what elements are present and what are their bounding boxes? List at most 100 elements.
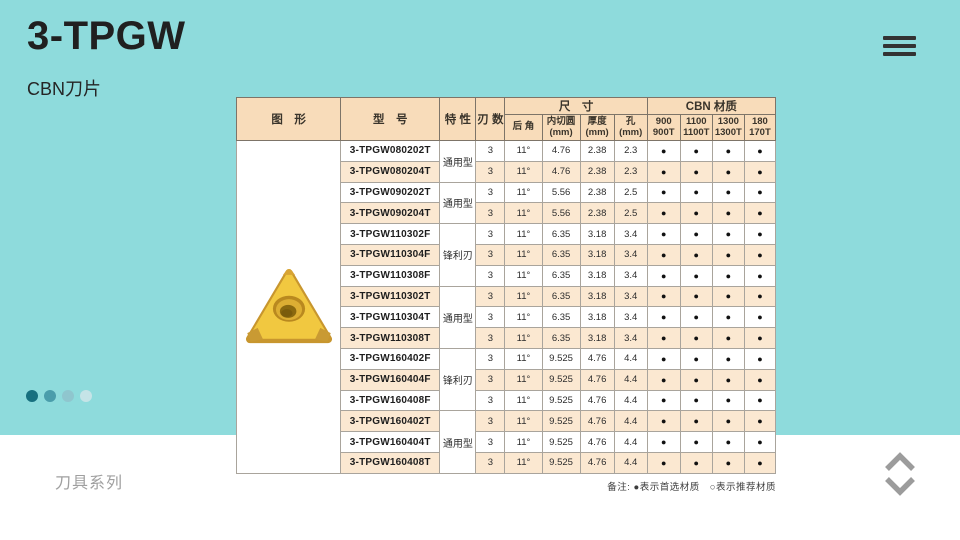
cbn-dot-cell: ●: [680, 390, 712, 411]
cbn-dot-cell: ●: [680, 224, 712, 245]
feature-cell: 通用型: [440, 411, 476, 473]
thickness-cell: 4.76: [580, 452, 614, 473]
cbn-dot-cell: ●: [712, 328, 744, 349]
cbn-dot-cell: ●: [744, 369, 775, 390]
model-cell: 3-TPGW110308T: [341, 328, 440, 349]
cbn-dot-cell: ●: [647, 141, 680, 162]
pagination-dot-active[interactable]: [26, 390, 38, 402]
catalog-page: 3-TPGW CBN刀片 图 形 型 号 特 性 刃 数 尺 寸 CBN 材质: [0, 0, 960, 540]
hole-cell: 2.3: [614, 141, 647, 162]
header-thickness: 厚度 (mm): [580, 115, 614, 141]
cbn-dot-cell: ●: [647, 265, 680, 286]
cbn-dot-cell: ●: [680, 265, 712, 286]
cbn-dot-cell: ●: [712, 161, 744, 182]
cbn-dot-cell: ●: [712, 452, 744, 473]
menu-button[interactable]: [883, 36, 916, 56]
header-cbn-group: CBN 材质: [647, 98, 775, 115]
edge-count-cell: 3: [476, 141, 505, 162]
edge-count-cell: 3: [476, 265, 505, 286]
insert-image-cell: [237, 141, 341, 474]
inscribed-circle-cell: 6.35: [542, 286, 580, 307]
cbn-dot-cell: ●: [680, 432, 712, 453]
hole-cell: 4.4: [614, 452, 647, 473]
thickness-cell: 3.18: [580, 328, 614, 349]
hole-cell: 4.4: [614, 390, 647, 411]
model-cell: 3-TPGW160408T: [341, 452, 440, 473]
cbn-dot-cell: ●: [712, 307, 744, 328]
thickness-cell: 4.76: [580, 348, 614, 369]
clearance-angle-cell: 11°: [505, 328, 542, 349]
hamburger-icon: [883, 52, 916, 56]
pagination-dots: [26, 390, 92, 402]
model-cell: 3-TPGW160402F: [341, 348, 440, 369]
header-cbn-1300: 1300 1300T: [712, 115, 744, 141]
header-edges: 刃 数: [476, 98, 505, 141]
page-subtitle: CBN刀片: [27, 75, 101, 101]
hamburger-icon: [883, 44, 916, 48]
thickness-cell: 2.38: [580, 203, 614, 224]
pagination-dot[interactable]: [80, 390, 92, 402]
model-cell: 3-TPGW090202T: [341, 182, 440, 203]
cbn-dot-cell: ●: [744, 328, 775, 349]
model-cell: 3-TPGW090204T: [341, 203, 440, 224]
edge-count-cell: 3: [476, 286, 505, 307]
model-cell: 3-TPGW110302T: [341, 286, 440, 307]
header-image: 图 形: [237, 98, 341, 141]
edge-count-cell: 3: [476, 161, 505, 182]
clearance-angle-cell: 11°: [505, 224, 542, 245]
cbn-dot-cell: ●: [680, 348, 712, 369]
pagination-dot[interactable]: [62, 390, 74, 402]
spec-table-card: 图 形 型 号 特 性 刃 数 尺 寸 CBN 材质 后 角 内切圆 (mm) …: [236, 97, 776, 493]
cbn-dot-cell: ●: [647, 224, 680, 245]
edge-count-cell: 3: [476, 390, 505, 411]
thickness-cell: 2.38: [580, 182, 614, 203]
hole-cell: 2.3: [614, 161, 647, 182]
inscribed-circle-cell: 9.525: [542, 390, 580, 411]
hole-cell: 3.4: [614, 244, 647, 265]
cbn-dot-cell: ●: [744, 286, 775, 307]
inscribed-circle-cell: 9.525: [542, 432, 580, 453]
edge-count-cell: 3: [476, 203, 505, 224]
page-title: 3-TPGW: [27, 12, 186, 60]
cbn-dot-cell: ●: [647, 432, 680, 453]
inscribed-circle-cell: 5.56: [542, 203, 580, 224]
inscribed-circle-cell: 6.35: [542, 244, 580, 265]
cbn-dot-cell: ●: [744, 182, 775, 203]
edge-count-cell: 3: [476, 411, 505, 432]
model-cell: 3-TPGW160408F: [341, 390, 440, 411]
edge-count-cell: 3: [476, 328, 505, 349]
cbn-dot-cell: ●: [712, 369, 744, 390]
chevron-up-icon[interactable]: [884, 452, 916, 472]
cbn-dot-cell: ●: [712, 141, 744, 162]
insert-image: [237, 267, 340, 347]
clearance-angle-cell: 11°: [505, 203, 542, 224]
pagination-dot[interactable]: [44, 390, 56, 402]
cbn-dot-cell: ●: [680, 328, 712, 349]
clearance-angle-cell: 11°: [505, 452, 542, 473]
model-cell: 3-TPGW160402T: [341, 411, 440, 432]
model-cell: 3-TPGW080204T: [341, 161, 440, 182]
cbn-dot-cell: ●: [647, 390, 680, 411]
clearance-angle-cell: 11°: [505, 411, 542, 432]
inscribed-circle-cell: 6.35: [542, 224, 580, 245]
hole-cell: 3.4: [614, 328, 647, 349]
feature-cell: 锋利刃: [440, 224, 476, 286]
cbn-dot-cell: ●: [680, 369, 712, 390]
cbn-dot-cell: ●: [744, 244, 775, 265]
clearance-angle-cell: 11°: [505, 432, 542, 453]
clearance-angle-cell: 11°: [505, 244, 542, 265]
cbn-dot-cell: ●: [680, 244, 712, 265]
cbn-dot-cell: ●: [680, 182, 712, 203]
chevron-down-icon[interactable]: [884, 476, 916, 496]
hole-cell: 2.5: [614, 203, 647, 224]
clearance-angle-cell: 11°: [505, 141, 542, 162]
header-size-group: 尺 寸: [505, 98, 647, 115]
cbn-dot-cell: ●: [712, 411, 744, 432]
cbn-dot-cell: ●: [744, 432, 775, 453]
cbn-dot-cell: ●: [647, 348, 680, 369]
header-cbn-900: 900 900T: [647, 115, 680, 141]
header-hole: 孔 (mm): [614, 115, 647, 141]
edge-count-cell: 3: [476, 369, 505, 390]
thickness-cell: 3.18: [580, 307, 614, 328]
hole-cell: 4.4: [614, 369, 647, 390]
